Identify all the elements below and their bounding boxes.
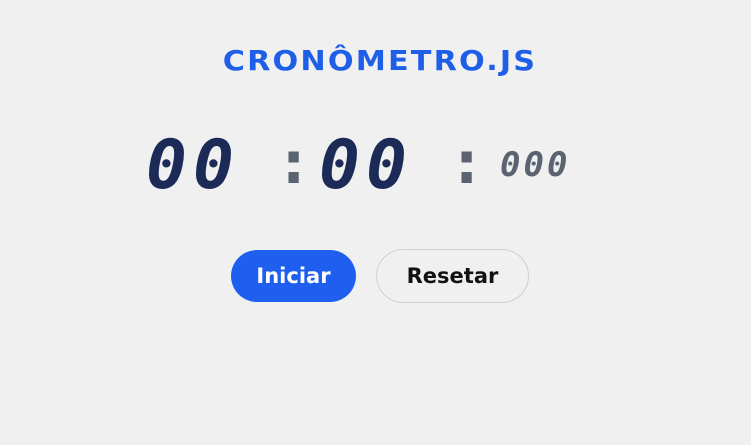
controls: Iniciar Resetar — [0, 249, 751, 305]
stopwatch-app: CRONÔMETRO.JS 00 : 00 : 000 Iniciar Rese… — [0, 0, 751, 445]
separator-minutes-seconds: : — [282, 129, 306, 197]
page-title: CRONÔMETRO.JS — [222, 44, 538, 77]
seconds-display: 00 — [319, 126, 413, 205]
timer-display: 00 : 00 : 000 — [0, 132, 751, 212]
minutes-display: 00 — [146, 126, 240, 205]
separator-seconds-milliseconds: : — [455, 129, 479, 197]
start-button[interactable]: Iniciar — [231, 250, 356, 302]
reset-button[interactable]: Resetar — [376, 249, 529, 303]
milliseconds-display: 000 — [500, 145, 571, 185]
